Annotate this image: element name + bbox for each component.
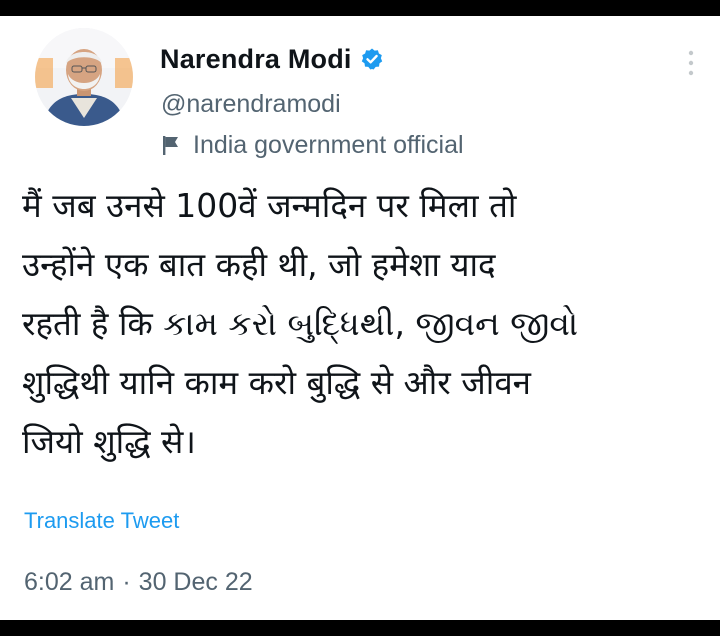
flag-icon (161, 134, 181, 156)
verified-badge-icon (360, 47, 384, 71)
top-border (0, 0, 720, 16)
separator-dot: · (122, 568, 131, 596)
author-name-row[interactable]: Narendra Modi (160, 44, 384, 74)
affiliation-text: India government official (193, 130, 464, 159)
tweet-timestamp[interactable]: 6:02 am · 30 Dec 22 (24, 568, 253, 597)
profile-photo (35, 28, 133, 126)
tweet-text-line: मैं जब उनसे 100वें जन्मदिन पर मिला तो (22, 186, 517, 225)
tweet-time: 6:02 am (24, 568, 115, 596)
tweet-date: 30 Dec 22 (138, 568, 253, 596)
tweet-card: Narendra Modi @narendramodi India govern… (0, 16, 720, 620)
author-handle[interactable]: @narendramodi (161, 90, 341, 119)
tweet-text-line: जियो शुद्धि से। (22, 422, 196, 461)
tweet-text-line: उन्होंने एक बात कही थी, जो हमेशा याद (22, 245, 496, 284)
display-name[interactable]: Narendra Modi (160, 44, 352, 75)
tweet-text: मैं जब उनसे 100वें जन्मदिन पर मिला तो उन… (22, 176, 712, 471)
avatar[interactable] (35, 28, 133, 126)
affiliation-label[interactable]: India government official (161, 129, 464, 161)
tweet-text-line: शुद्धिथी यानि काम करो बुद्धि से और जीवन (22, 363, 531, 402)
translate-tweet-link[interactable]: Translate Tweet (24, 508, 179, 534)
tweet-text-line: रहती है कि કામ કરો બુદ્ધિથી, જીવન જીવો (22, 304, 579, 343)
bottom-border (0, 620, 720, 636)
more-vertical-icon[interactable] (684, 44, 698, 84)
